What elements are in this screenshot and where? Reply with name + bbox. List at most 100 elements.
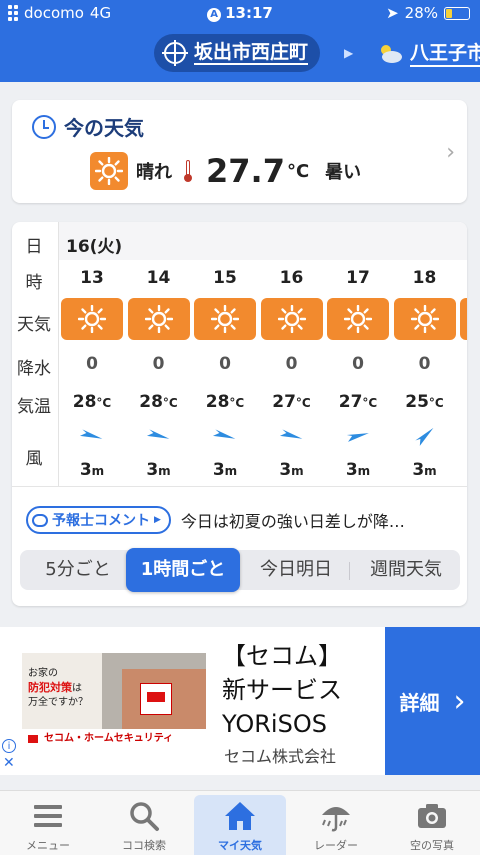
tab-hourly[interactable]: 1時間ごと <box>126 548 240 592</box>
rain-value: 0 <box>152 354 165 374</box>
chevron-right-icon: › <box>453 683 466 719</box>
rain-value: 0 <box>418 354 431 374</box>
hour-label: 16 <box>279 268 304 288</box>
current-feel: 暑い <box>325 162 362 183</box>
ad-image-copy-2: 防犯対策 <box>28 681 72 694</box>
wind-direction-icon <box>126 422 192 448</box>
ad-info-icon[interactable]: i <box>2 739 16 753</box>
tab-today-tomorrow[interactable]: 今日明日 <box>246 550 346 590</box>
tab-weekly[interactable]: 週間天気 <box>356 550 456 590</box>
ad-banner[interactable]: お家の 防犯対策は 万全ですか？ セコム・ホームセキュリティ 【セコム】 新サー… <box>0 627 480 775</box>
wind-speed-value: 3 <box>279 460 292 480</box>
row-label-day: 日 <box>25 237 43 257</box>
current-condition: 晴れ <box>136 162 172 183</box>
wind-speed-unit: m <box>158 464 171 478</box>
ad-details-button[interactable]: 詳細 › <box>385 627 480 775</box>
forecaster-comment-button[interactable]: 予報士コメント ▶ <box>26 506 171 534</box>
ad-image-copy-4: 万全ですか？ <box>28 697 88 708</box>
bottom-nav: メニュー ココ検索 マイ天気 レーダー 空の写真 <box>0 790 480 855</box>
hour-label: 15 <box>213 268 237 288</box>
wind-speed-cell: 3m <box>392 460 458 480</box>
status-bar: docomo 4G A 13:17 ➤ 28% <box>0 0 480 26</box>
tab-5min[interactable]: 5分ごと <box>28 550 128 590</box>
speech-bubble-icon <box>32 513 48 527</box>
wind-direction-icon <box>192 422 258 448</box>
location-arrow-icon: ➤ <box>386 4 399 22</box>
temp-unit: °C <box>162 396 178 410</box>
wind-speed-cell: 3m <box>126 460 192 480</box>
radar-umbrella-icon <box>322 807 350 832</box>
temp-value: 25 <box>405 392 429 412</box>
wind-speed-unit: m <box>224 464 238 478</box>
battery-icon <box>444 6 470 20</box>
ad-image-footer: セコム・ホームセキュリティ <box>22 729 206 749</box>
current-weather-title: 今の天気 <box>64 116 144 140</box>
play-arrow-icon: ▶ <box>154 515 161 525</box>
thermometer-icon <box>184 160 192 182</box>
temp-unit: °C <box>229 396 245 410</box>
row-label-rain: 降水 <box>17 359 51 379</box>
clock-time: 13:17 <box>225 4 273 22</box>
wind-speed-value: 3 <box>345 460 358 480</box>
nav-my-weather[interactable]: マイ天気 <box>192 791 288 855</box>
forecaster-comment-text[interactable]: 今日は初夏の強い日差しが降… <box>181 508 405 532</box>
ad-close-icon[interactable]: ✕ <box>3 755 15 771</box>
current-location-chip[interactable]: 坂出市西庄町 <box>154 34 321 72</box>
current-location-icon <box>162 40 188 66</box>
wind-speed-value: 3 <box>79 460 92 480</box>
sunny-icon <box>460 298 467 340</box>
rain-value: 0 <box>352 354 364 374</box>
wind-direction-icon <box>325 422 391 448</box>
next-location-label: 八王子市 <box>410 38 480 67</box>
nav-my-weather-label: マイ天気 <box>218 839 262 852</box>
hour-label: 18 <box>412 268 437 288</box>
day-label: 16(火) <box>66 237 123 257</box>
sunny-icon <box>327 298 389 340</box>
wind-direction-icon <box>392 422 458 448</box>
home-icon <box>225 802 255 830</box>
temp-value: 28 <box>205 392 230 412</box>
wind-speed-cell: 3m <box>192 460 258 480</box>
nav-menu[interactable]: メニュー <box>0 791 96 855</box>
search-icon <box>130 802 159 831</box>
temp-unit: °C <box>362 396 378 410</box>
current-weather-card[interactable]: 今の天気 晴れ 27.7 °C 暑い › <box>12 100 467 203</box>
temp-value: 27 <box>338 392 363 412</box>
sunny-icon <box>260 298 323 340</box>
wind-speed-unit: m <box>424 464 437 478</box>
temp-unit: °C <box>96 396 112 410</box>
wind-speed-value: 3 <box>212 460 225 480</box>
temperature-unit: °C <box>286 160 310 182</box>
menu-icon <box>34 805 62 827</box>
wind-speed-value: 3 <box>412 460 425 480</box>
nav-radar[interactable]: レーダー <box>288 791 384 855</box>
wind-speed-unit: m <box>291 464 304 478</box>
nav-sky-photo[interactable]: 空の写真 <box>384 791 480 855</box>
alarm-icon: A <box>207 8 222 22</box>
clock-icon <box>32 114 56 139</box>
sunny-icon <box>393 298 456 340</box>
nav-search[interactable]: ココ検索 <box>96 791 192 855</box>
temp-cell: 28°C <box>59 392 125 412</box>
hourly-forecast-card: 日 時 天気 降水 気温 風 16(火) 13 0 28°C 3m 14 0 28°C 3m 1… <box>12 222 467 606</box>
nav-search-label: ココ検索 <box>122 839 166 852</box>
battery-percent: 28% <box>404 4 438 22</box>
current-location-label: 坂出市西庄町 <box>194 41 309 65</box>
ad-company: セコム株式会社 <box>224 747 337 766</box>
row-label-hour: 時 <box>25 273 43 293</box>
rain-value: 0 <box>86 354 98 374</box>
temp-value: 28 <box>72 392 97 412</box>
chevron-right-icon: › <box>446 140 455 165</box>
interval-tabs: 5分ごと 1時間ごと 今日明日 週間天気 <box>20 548 460 592</box>
ad-title-line-1: 【セコム】 <box>222 642 342 670</box>
next-location-chip[interactable]: 八王子市 <box>376 38 480 67</box>
wind-speed-cell: 3m <box>325 460 391 480</box>
current-temperature: 27.7 <box>206 152 285 190</box>
ad-image[interactable]: お家の 防犯対策は 万全ですか？ セコム・ホームセキュリティ <box>22 653 206 749</box>
temp-cell: 28°C <box>126 392 192 412</box>
rain-value: 0 <box>285 354 298 374</box>
row-label-temp: 気温 <box>17 397 51 417</box>
hour-label: 17 <box>346 268 370 288</box>
next-arrow-icon: ▶ <box>344 46 354 60</box>
hour-label: 13 <box>80 268 104 288</box>
